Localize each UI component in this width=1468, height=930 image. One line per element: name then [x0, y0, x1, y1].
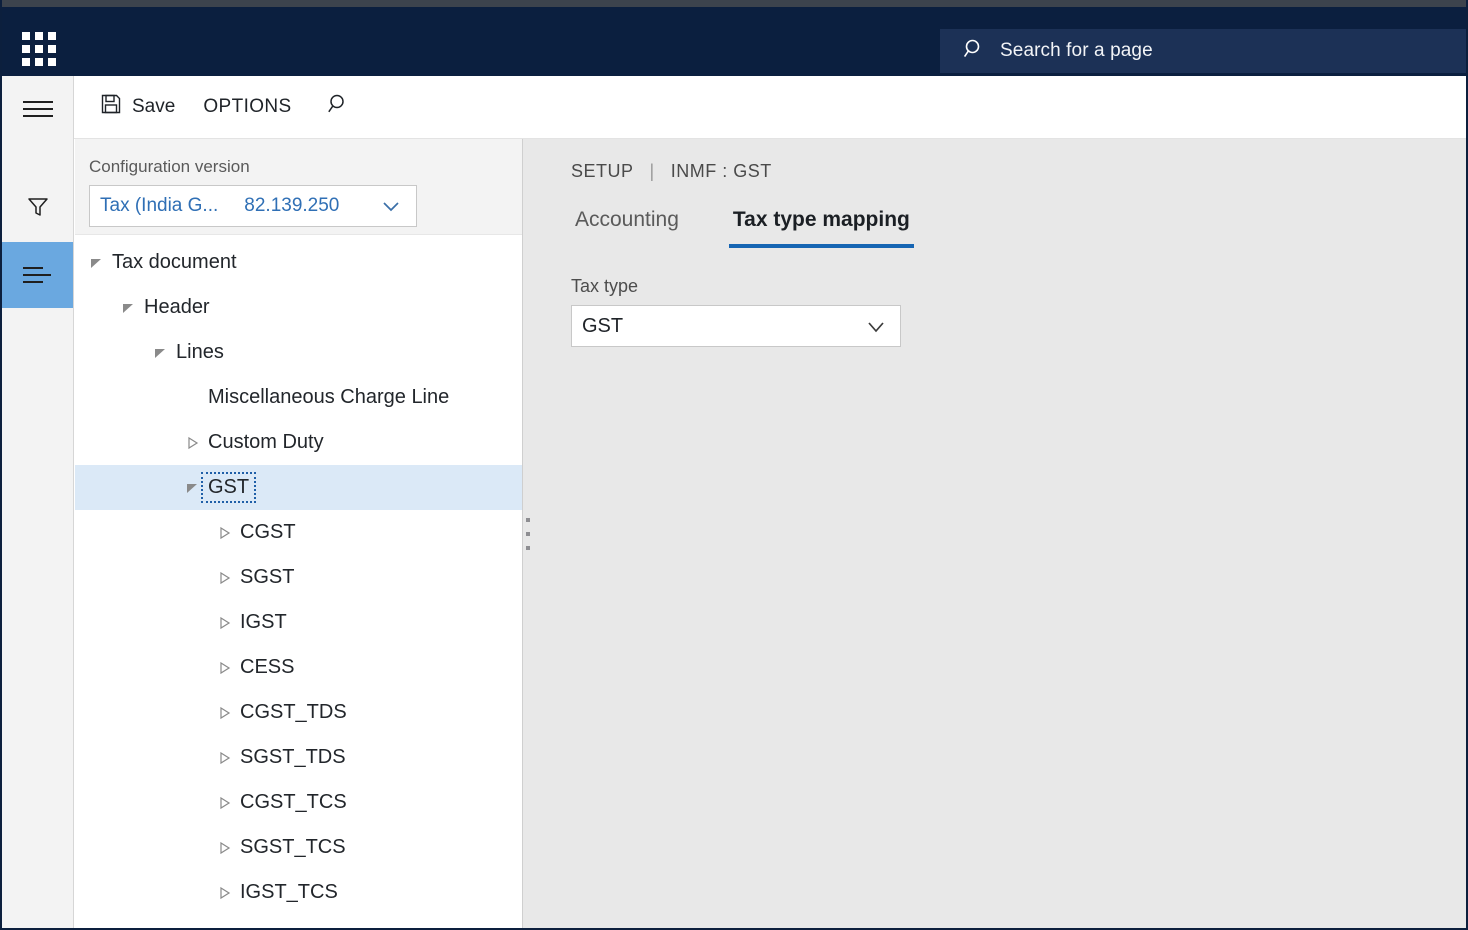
twisty-collapsed-icon[interactable] [213, 612, 235, 634]
command-bar: Save OPTIONS [74, 76, 1466, 139]
tree-item-label: CGST_TDS [240, 701, 347, 723]
twisty-collapsed-icon[interactable] [213, 837, 235, 859]
tab[interactable]: Accounting [571, 208, 683, 248]
window-top-strip [2, 0, 1466, 7]
options-button-label: OPTIONS [203, 96, 292, 117]
tree-item[interactable]: SGST [75, 555, 522, 600]
twisty-none [181, 387, 203, 409]
command-search-button[interactable] [306, 87, 366, 127]
tree-item[interactable]: CGST [75, 510, 522, 555]
tree-item[interactable]: Header [75, 285, 522, 330]
global-search-placeholder: Search for a page [1000, 40, 1153, 61]
configuration-tree: Tax document Header Lines Miscellaneous Cha… [75, 235, 522, 915]
twisty-collapsed-icon[interactable] [213, 522, 235, 544]
configuration-version-select[interactable]: Tax (India G... 82.139.250 [89, 185, 417, 227]
twisty-collapsed-icon[interactable] [181, 432, 203, 454]
splitter-dots-icon [526, 517, 530, 550]
tree-item-label: Custom Duty [208, 431, 324, 453]
detail-panel: SETUP | INMF : GST Accounting Tax type ma… [533, 139, 1466, 928]
application-window: Search for a page Save OPTIONS Configura… [0, 0, 1468, 930]
tab[interactable]: Tax type mapping [728, 208, 914, 248]
outline-button[interactable] [2, 242, 73, 308]
tree-item[interactable]: CGST_TDS [75, 690, 522, 735]
twisty-collapsed-icon[interactable] [213, 657, 235, 679]
tree-item[interactable]: CESS [75, 645, 522, 690]
tree-item[interactable]: Miscellaneous Charge Line [75, 375, 522, 420]
tree-item[interactable]: IGST_TCS [75, 870, 522, 915]
top-navigation-bar: Search for a page [2, 7, 1466, 76]
left-icon-rail [2, 76, 74, 928]
tree-item-label: Lines [176, 341, 224, 363]
tree-item-label: SGST_TDS [240, 746, 346, 768]
chevron-down-icon [380, 195, 402, 217]
tree-item[interactable]: CGST_TCS [75, 780, 522, 825]
panel-splitter[interactable] [523, 139, 533, 928]
tree-item[interactable]: IGST [75, 600, 522, 645]
twisty-expanded-icon[interactable] [85, 252, 107, 274]
twisty-expanded-icon[interactable] [181, 477, 203, 499]
tree-item[interactable]: Custom Duty [75, 420, 522, 465]
tree-item-label: CGST [240, 521, 296, 543]
tree-item-label: CESS [240, 656, 295, 678]
save-button-label: Save [132, 96, 176, 117]
options-button[interactable]: OPTIONS [189, 87, 305, 127]
twisty-collapsed-icon[interactable] [213, 882, 235, 904]
tree-item[interactable]: Lines [75, 330, 522, 375]
filter-funnel-icon [25, 194, 51, 225]
breadcrumb-current: INMF : GST [670, 161, 772, 181]
tree-item-label: SGST [240, 566, 295, 588]
tree-item-label: IGST_TCS [240, 881, 338, 903]
tax-type-value: GST [582, 314, 624, 337]
app-grid-icon[interactable] [22, 32, 56, 66]
filter-button[interactable] [2, 176, 73, 242]
tree-item-label: IGST [240, 611, 287, 633]
tax-type-field: Tax type GST [571, 276, 1466, 347]
hamburger-menu-icon [22, 101, 53, 117]
search-icon [962, 37, 986, 66]
breadcrumb-separator: | [649, 161, 655, 181]
chevron-down-icon [864, 314, 888, 338]
breadcrumb-root[interactable]: SETUP [571, 161, 634, 182]
save-button[interactable]: Save [86, 87, 189, 127]
configuration-version-number: 82.139.250 [244, 195, 340, 216]
twisty-expanded-icon[interactable] [117, 297, 139, 319]
twisty-collapsed-icon[interactable] [213, 792, 235, 814]
tree-item[interactable]: SGST_TDS [75, 735, 522, 780]
detail-tabs: Accounting Tax type mapping [571, 208, 1466, 248]
tree-item[interactable]: Tax document [75, 240, 522, 285]
tree-item[interactable]: GST [75, 465, 522, 510]
tree-item-label: SGST_TCS [240, 836, 346, 858]
tree-item-label: GST [200, 472, 257, 503]
twisty-collapsed-icon[interactable] [213, 747, 235, 769]
configuration-tree-panel: Configuration version Tax (India G... 82… [75, 139, 523, 928]
global-search-input[interactable]: Search for a page [940, 29, 1466, 73]
save-floppy-icon [100, 93, 122, 121]
configuration-version-name: Tax (India G... [100, 195, 219, 216]
tree-item[interactable]: SGST_TCS [75, 825, 522, 870]
configuration-version-section: Configuration version Tax (India G... 82… [75, 139, 522, 235]
tree-item-label: Header [144, 296, 210, 318]
twisty-collapsed-icon[interactable] [213, 567, 235, 589]
outline-list-icon [22, 267, 53, 283]
tax-type-select[interactable]: GST [571, 305, 901, 347]
tree-item-label: Tax document [112, 251, 237, 273]
twisty-collapsed-icon[interactable] [213, 702, 235, 724]
breadcrumb: SETUP | INMF : GST [571, 161, 1466, 182]
tree-item-label: Miscellaneous Charge Line [208, 386, 450, 408]
twisty-expanded-icon[interactable] [149, 342, 171, 364]
tree-item-label: CGST_TCS [240, 791, 347, 813]
tax-type-label: Tax type [571, 276, 639, 296]
navigation-menu-button[interactable] [2, 76, 73, 142]
search-icon [324, 92, 348, 122]
configuration-version-label: Configuration version [89, 157, 250, 176]
